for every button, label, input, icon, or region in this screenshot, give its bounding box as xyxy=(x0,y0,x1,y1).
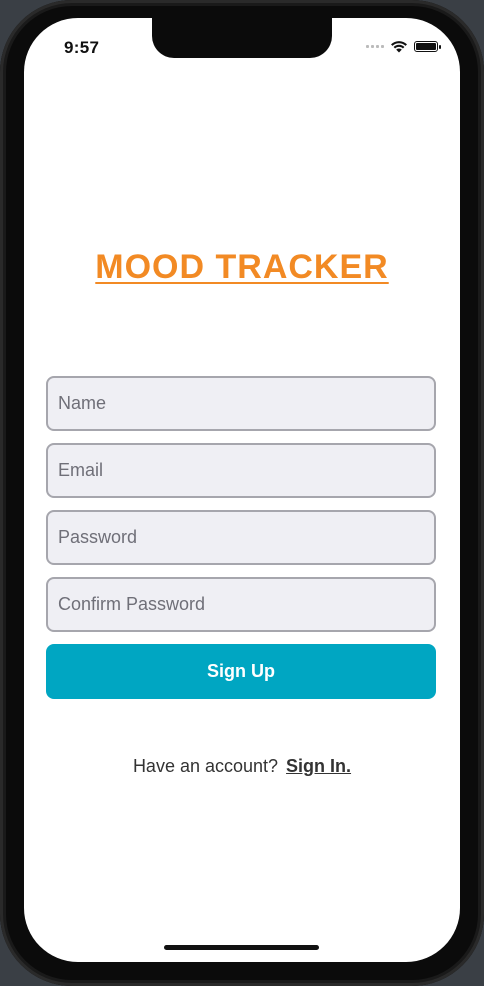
sign-up-button[interactable]: Sign Up xyxy=(46,644,436,699)
app-screen: 9:57 MOOD TRACKER Sign Up Have an accoun… xyxy=(24,18,460,962)
confirm-password-field[interactable] xyxy=(46,577,436,632)
status-icons xyxy=(366,40,441,53)
wifi-icon xyxy=(391,41,407,53)
cellular-signal-icon xyxy=(366,45,384,48)
status-time: 9:57 xyxy=(64,38,100,57)
app-title-text: MOOD TRACKER xyxy=(95,248,389,286)
sign-in-prompt: Have an account? Sign In. xyxy=(24,756,460,777)
battery-icon xyxy=(414,41,441,52)
home-indicator[interactable] xyxy=(164,945,319,950)
phone-frame: 9:57 MOOD TRACKER Sign Up Have an accoun… xyxy=(0,0,484,986)
password-field[interactable] xyxy=(46,510,436,565)
camera-notch xyxy=(152,18,332,58)
name-field[interactable] xyxy=(46,376,436,431)
email-field[interactable] xyxy=(46,443,436,498)
app-title: MOOD TRACKER xyxy=(24,248,460,287)
have-account-text: Have an account? xyxy=(132,756,279,776)
sign-in-link[interactable]: Sign In. xyxy=(286,756,351,776)
